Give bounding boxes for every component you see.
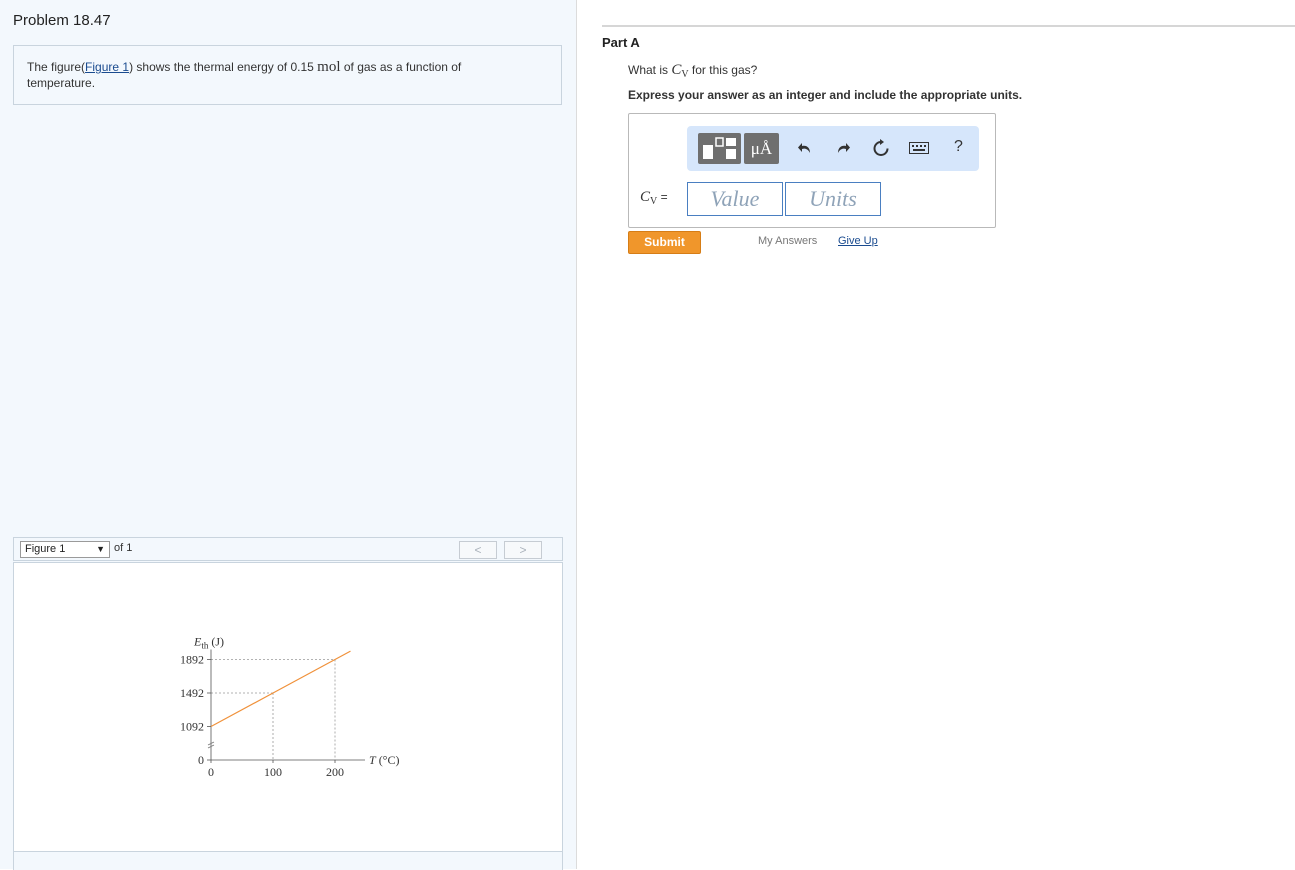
figure-footer — [13, 851, 563, 870]
reset-icon[interactable] — [872, 139, 890, 157]
intro-text-start: The figure( — [27, 60, 86, 74]
instruction-text: Express your answer as an integer and in… — [628, 88, 1023, 102]
equation-toolbar: μÅ ? — [687, 126, 979, 171]
cv-label-subscript: V — [650, 196, 658, 207]
my-answers-link[interactable]: My Answers — [758, 235, 817, 247]
chart-y-tick-label: 1092 — [180, 720, 204, 734]
chart-y-tick-label: 0 — [198, 753, 204, 767]
figure-count-label: of 1 — [114, 542, 133, 554]
question-symbol: CV — [671, 62, 689, 80]
chart-y-tick-label: 1892 — [180, 653, 204, 667]
figure-select-value: Figure 1 — [25, 543, 66, 555]
problem-intro-box: The figure(Figure 1) shows the thermal e… — [13, 45, 562, 105]
keyboard-icon[interactable] — [909, 142, 929, 154]
question-start: What is — [628, 63, 672, 77]
chart-x-axis-label: T (°C) — [369, 753, 399, 767]
chart-y-axis-label: Eth (J) — [193, 635, 224, 651]
chart-y-tick-label: 1492 — [180, 686, 204, 700]
part-title: Part A — [602, 35, 640, 50]
figure-area: 0 1092 1492 1892 0 100 200 Eth (J) T (°C) — [13, 562, 563, 852]
templates-button[interactable] — [698, 133, 741, 164]
problem-panel: Problem 18.47 The figure(Figure 1) shows… — [0, 0, 577, 870]
submit-button[interactable]: Submit — [628, 231, 701, 254]
question-end: for this gas? — [688, 63, 758, 77]
units-button[interactable]: μÅ — [744, 133, 779, 164]
problem-title: Problem 18.47 — [13, 12, 111, 29]
units-input[interactable]: Units — [785, 182, 881, 216]
templates-icon — [703, 137, 736, 159]
undo-icon[interactable] — [797, 140, 813, 156]
redo-icon[interactable] — [835, 140, 851, 156]
cv-answer-label: CV = — [640, 189, 668, 207]
next-figure-button[interactable]: > — [504, 541, 542, 559]
cv-label-equals: = — [657, 190, 668, 204]
answer-box: μÅ ? CV = Value Units — [628, 113, 996, 228]
part-divider — [602, 25, 1295, 27]
intro-mol-unit: mol — [317, 59, 341, 75]
dropdown-arrow-icon: ▼ — [96, 544, 105, 554]
figure-link[interactable]: Figure 1 — [85, 60, 129, 74]
problem-intro-text: The figure(Figure 1) shows the thermal e… — [27, 59, 527, 91]
previous-figure-button[interactable]: < — [459, 541, 497, 559]
chart-series-line — [210, 650, 351, 728]
question-text: What is CV for this gas? — [628, 62, 758, 80]
give-up-link[interactable]: Give Up — [838, 235, 878, 247]
thermal-energy-chart: 0 1092 1492 1892 0 100 200 Eth (J) T (°C) — [180, 635, 399, 780]
help-icon[interactable]: ? — [954, 138, 963, 156]
value-input[interactable]: Value — [687, 182, 783, 216]
chart-x-tick-label: 0 — [208, 765, 214, 779]
figure-navigation-bar: Figure 1 ▼ of 1 < > — [13, 537, 563, 561]
chart-x-tick-label: 100 — [264, 765, 282, 779]
intro-text-middle: ) shows the thermal energy of 0.15 — [129, 60, 318, 74]
question-symbol-main: C — [671, 62, 682, 78]
question-symbol-subscript: V — [681, 69, 689, 80]
chart-x-tick-label: 200 — [326, 765, 344, 779]
cv-label-main: C — [640, 189, 651, 205]
figure-select[interactable]: Figure 1 ▼ — [20, 541, 110, 558]
